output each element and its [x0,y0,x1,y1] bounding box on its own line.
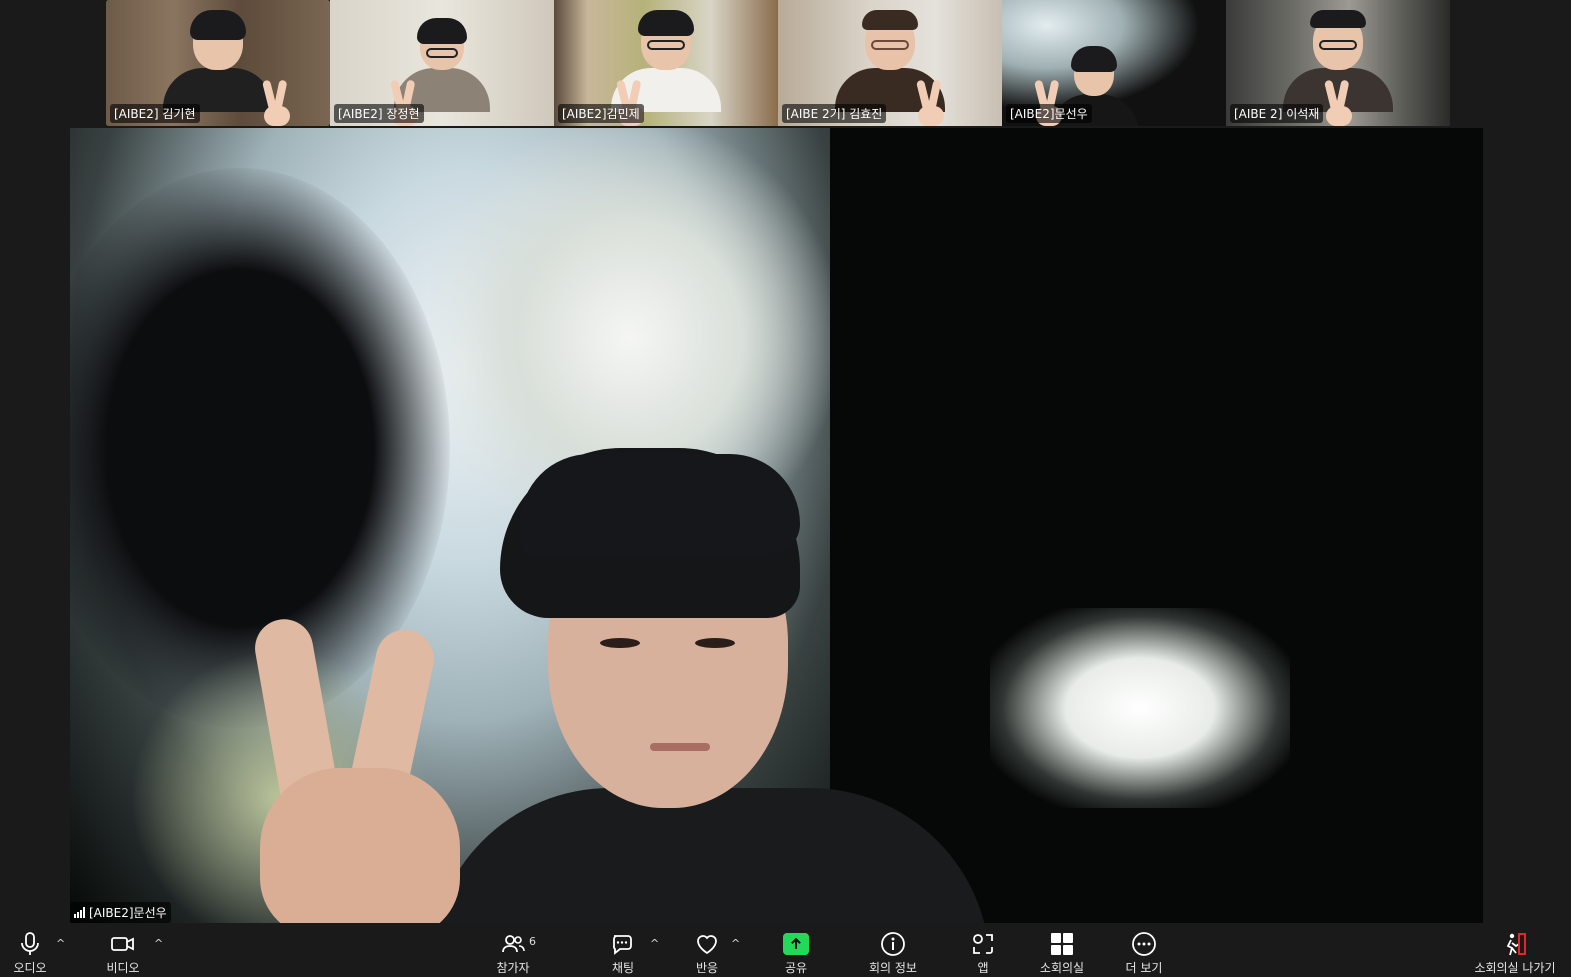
share-button[interactable]: 공유 [761,931,831,976]
apps-label: 앱 [977,961,989,975]
chat-button[interactable]: 채팅 [588,931,658,976]
participant-name: [AIBE 2기] 김효진 [782,104,887,123]
info-icon [881,932,905,956]
chat-label: 채팅 [611,961,635,975]
participant-video [163,10,273,112]
chat-icon [613,935,632,955]
leave-breakout-room-button[interactable]: 소회의실 나가기 [1470,931,1560,976]
chat-options-chevron-icon[interactable]: ^ [650,937,662,950]
peace-sign [264,80,290,126]
speaker-person [430,448,990,923]
reactions-label: 반응 [695,961,719,975]
meeting-info-label: 회의 정보 [869,961,917,975]
participants-label: 참가자 [496,961,530,975]
video-options-chevron-icon[interactable]: ^ [154,937,166,950]
leave-breakout-label: 소회의실 나가기 [1474,961,1556,975]
apps-icon [973,934,993,954]
more-button[interactable]: 더 보기 [1109,931,1179,976]
speaker-name-label: [AIBE2]문선우 [70,902,171,923]
participant-tile-4[interactable]: [AIBE 2기] 김효진 [778,0,1002,126]
apps-button[interactable]: 앱 [948,931,1018,976]
more-label: 더 보기 [1125,961,1163,975]
participants-button[interactable]: 참가자 [478,931,548,976]
zoom-meeting-window: [AIBE2] 김기현 [AIBE2] 장정현 [AIBE2]김민제 [AIBE… [0,0,1571,977]
video-label: 비디오 [106,961,140,975]
participant-tile-3[interactable]: [AIBE2]김민제 [554,0,778,126]
audio-label: 오디오 [13,961,47,975]
share-label: 공유 [784,961,808,975]
participant-video [611,10,721,112]
participant-name: [AIBE2]문선우 [1006,104,1092,123]
participant-name: [AIBE2] 김기현 [110,104,200,123]
participant-name: [AIBE2]김민제 [558,104,644,123]
leave-room-icon [1506,933,1526,956]
audio-options-chevron-icon[interactable]: ^ [56,937,68,950]
more-icon [1132,932,1156,956]
video-camera-icon [111,937,134,951]
peace-sign [240,608,500,923]
active-speaker-video[interactable]: [AIBE2]문선우 [70,128,1483,923]
share-screen-icon [783,933,809,955]
meeting-info-button[interactable]: 회의 정보 [858,931,928,976]
participant-name: [AIBE 2] 이석재 [1230,104,1324,123]
meeting-toolbar: 오디오 ^ 비디오 ^ 참가자 6 채팅 ^ 반응 ^ 공유 회의 정보 앱 소… [0,925,1571,977]
participants-count-badge: 6 [529,935,536,948]
connection-signal-icon [74,907,85,918]
participant-tile-2[interactable]: [AIBE2] 장정현 [330,0,554,126]
peace-sign [1326,80,1352,126]
participant-thumbnail-strip: [AIBE2] 김기현 [AIBE2] 장정현 [AIBE2]김민제 [AIBE… [106,0,1450,126]
participant-name: [AIBE2] 장정현 [334,104,424,123]
participants-icon [502,935,525,953]
participant-video [835,10,945,112]
breakout-rooms-button[interactable]: 소회의실 [1027,931,1097,976]
participant-video [394,18,490,112]
peace-sign [918,80,944,126]
background-lamp [990,608,1290,808]
microphone-icon [21,932,39,955]
participant-tile-1[interactable]: [AIBE2] 김기현 [106,0,330,126]
speaker-name: [AIBE2]문선우 [89,906,167,920]
breakout-rooms-label: 소회의실 [1039,961,1085,975]
participant-tile-5[interactable]: [AIBE2]문선우 [1002,0,1226,126]
reactions-options-chevron-icon[interactable]: ^ [731,937,743,950]
participant-tile-6[interactable]: [AIBE 2] 이석재 [1226,0,1450,126]
video-button[interactable]: 비디오 [88,931,158,976]
breakout-rooms-icon [1051,933,1073,955]
heart-icon [697,935,717,955]
